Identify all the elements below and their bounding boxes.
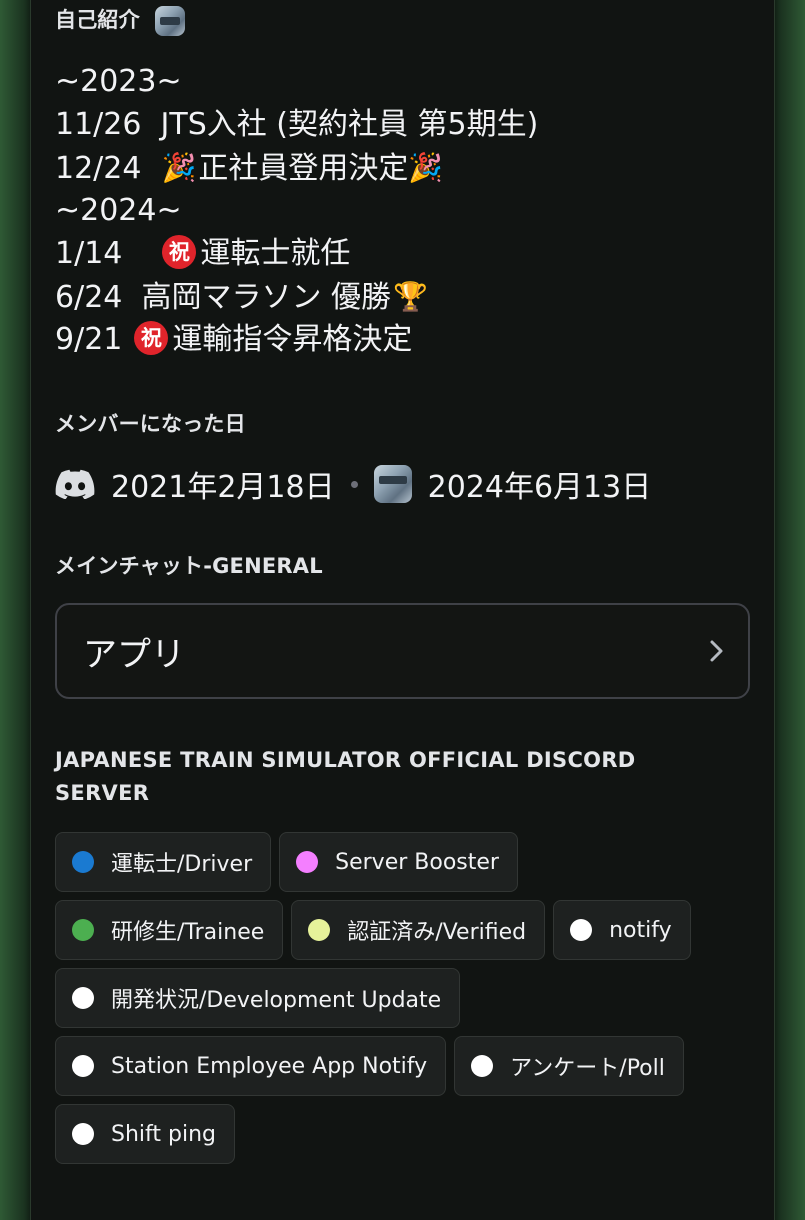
chevron-right-icon	[710, 640, 723, 662]
bio-line: 1/14 祝運転士就任	[55, 232, 538, 275]
role-label: Shift ping	[111, 1121, 216, 1147]
role-chip-notify[interactable]: notify	[553, 900, 691, 960]
role-chip-shift-ping[interactable]: Shift ping	[55, 1104, 235, 1164]
server-avatar-icon	[155, 6, 186, 36]
role-color-dot	[308, 919, 331, 941]
role-label: Station Employee App Notify	[111, 1053, 428, 1079]
discord-join-date: 2021年2月18日	[111, 470, 335, 505]
server-avatar-icon	[373, 465, 412, 503]
role-label: notify	[609, 917, 672, 943]
role-label: 運転士/Driver	[111, 852, 253, 877]
app-button-label: アプリ	[83, 634, 185, 675]
bio-line: 11/26 JTS入社 (契約社員 第5期生)	[55, 107, 539, 142]
role-row: Shift ping	[55, 1104, 755, 1164]
bio-text: ~2023~ 11/26 JTS入社 (契約社員 第5期生) 12/24 🎉正社員…	[55, 60, 538, 361]
iwai-badge-icon: 祝	[162, 234, 197, 269]
role-chip-poll[interactable]: アンケート/Poll	[454, 1036, 684, 1096]
bio-event: 正社員登用決定	[198, 151, 409, 186]
bio-title-text: 自己紹介	[55, 8, 140, 32]
role-color-dot	[72, 919, 94, 941]
role-chip-development-update[interactable]: 開発状況/Development Update	[55, 968, 461, 1028]
channel-title: メインチャット-GENERAL	[55, 554, 323, 578]
bio-line: ~2024~	[55, 193, 182, 228]
role-chip-station-employee-app-notify[interactable]: Station Employee App Notify	[55, 1036, 447, 1096]
iwai-badge-icon: 祝	[134, 320, 169, 355]
bio-line: 9/21 祝運輸指令昇格決定	[55, 318, 538, 361]
party-popper-icon: 🎉	[408, 151, 444, 184]
role-chip-driver[interactable]: 運転士/Driver	[55, 832, 272, 892]
bio-event: 運輸指令昇格決定	[172, 322, 413, 357]
trophy-icon: 🏆	[392, 280, 428, 313]
server-title: JAPANESE TRAIN SIMULATOR OFFICIAL DISCOR…	[55, 748, 636, 805]
bio-line: 12/24 🎉正社員登用決定🎉	[55, 146, 538, 189]
role-label: Server Booster	[335, 849, 499, 875]
app-button[interactable]: アプリ	[55, 603, 750, 699]
party-popper-icon: 🎉	[161, 151, 197, 184]
bio-date: 12/24	[55, 151, 142, 186]
role-chip-verified[interactable]: 認証済み/Verified	[291, 900, 546, 960]
role-color-dot	[471, 1055, 494, 1077]
bio-line: 6/24 高岡マラソン 優勝🏆	[55, 275, 538, 318]
role-row: 開発状況/Development Update	[55, 968, 755, 1028]
role-label: アンケート/Poll	[510, 1056, 665, 1081]
role-label: 開発状況/Development Update	[111, 988, 442, 1013]
server-join-date: 2024年6月13日	[427, 470, 652, 505]
bio-section-title: 自己紹介	[55, 4, 186, 36]
profile-panel: 自己紹介 ~2023~ 11/26 JTS入社 (契約社員 第5期生) 12/2…	[30, 0, 775, 1220]
role-color-dot	[72, 987, 94, 1009]
bio-event: 6/24 高岡マラソン 優勝	[55, 280, 391, 315]
discord-logo-icon	[55, 469, 95, 499]
role-color-dot	[72, 1123, 94, 1145]
role-label: 認証済み/Verified	[347, 920, 527, 945]
role-color-dot	[570, 919, 593, 941]
role-chip-trainee[interactable]: 研修生/Trainee	[55, 900, 284, 960]
role-row: 運転士/Driver Server Booster	[55, 832, 755, 892]
role-row: 研修生/Trainee 認証済み/Verified notify	[55, 900, 755, 960]
role-row: Station Employee App Notify アンケート/Poll	[55, 1036, 755, 1096]
role-chip-server-booster[interactable]: Server Booster	[279, 832, 518, 892]
bio-line: ~2023~	[55, 64, 182, 99]
separator-dot	[350, 480, 358, 488]
bio-date: 9/21	[55, 322, 123, 357]
bio-date: 1/14	[55, 236, 123, 271]
member-since-title: メンバーになった日	[55, 412, 246, 436]
role-color-dot	[72, 1055, 94, 1077]
role-list: 運転士/Driver Server Booster 研修生/Trainee 認証…	[55, 832, 755, 1172]
role-label: 研修生/Trainee	[111, 920, 265, 945]
role-color-dot	[296, 851, 319, 873]
member-since-row: 2021年2月18日 2024年6月13日	[55, 462, 651, 506]
bio-event: 運転士就任	[200, 236, 351, 271]
role-color-dot	[72, 851, 94, 873]
